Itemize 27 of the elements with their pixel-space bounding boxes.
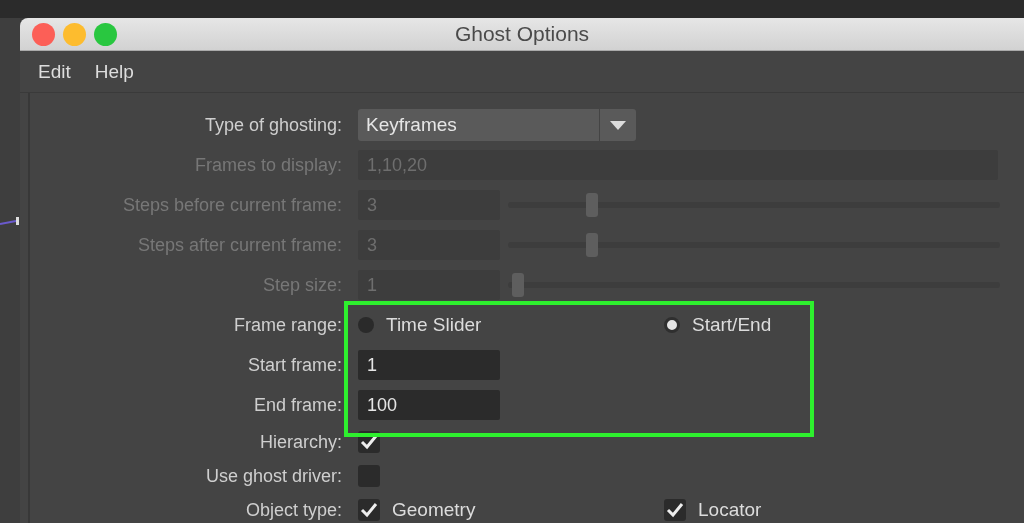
option-label: Locator xyxy=(698,499,762,521)
option-label: Geometry xyxy=(392,499,476,521)
dropdown[interactable]: Keyframes xyxy=(358,109,636,141)
input-field[interactable]: 1 xyxy=(358,350,500,380)
checkbox[interactable] xyxy=(358,499,380,521)
window-title: Ghost Options xyxy=(454,22,590,46)
radio-button[interactable] xyxy=(358,317,374,333)
checkbox[interactable] xyxy=(664,499,686,521)
minimize-button[interactable] xyxy=(63,22,86,46)
field-label: Object type: xyxy=(245,499,342,521)
option-label: Start/End xyxy=(692,314,772,336)
field-label: Frame range: xyxy=(233,314,342,336)
menu-item[interactable]: Help xyxy=(86,58,142,85)
field-label: Type of ghosting: xyxy=(204,114,342,136)
field-label: Hierarchy: xyxy=(259,431,342,453)
curve-line xyxy=(0,214,20,228)
close-button[interactable] xyxy=(32,22,55,46)
field-label: Use ghost driver: xyxy=(205,465,342,487)
checkbox[interactable] xyxy=(358,465,380,487)
field-label: End frame: xyxy=(253,394,342,416)
menu-item[interactable]: Edit xyxy=(30,58,79,85)
input-field[interactable]: 100 xyxy=(358,390,500,420)
radio-button[interactable] xyxy=(664,317,680,333)
option-label: Time Slider xyxy=(386,314,482,336)
field-label: Start frame: xyxy=(247,354,342,376)
caret-icon xyxy=(610,120,626,130)
zoom-button[interactable] xyxy=(94,22,117,46)
